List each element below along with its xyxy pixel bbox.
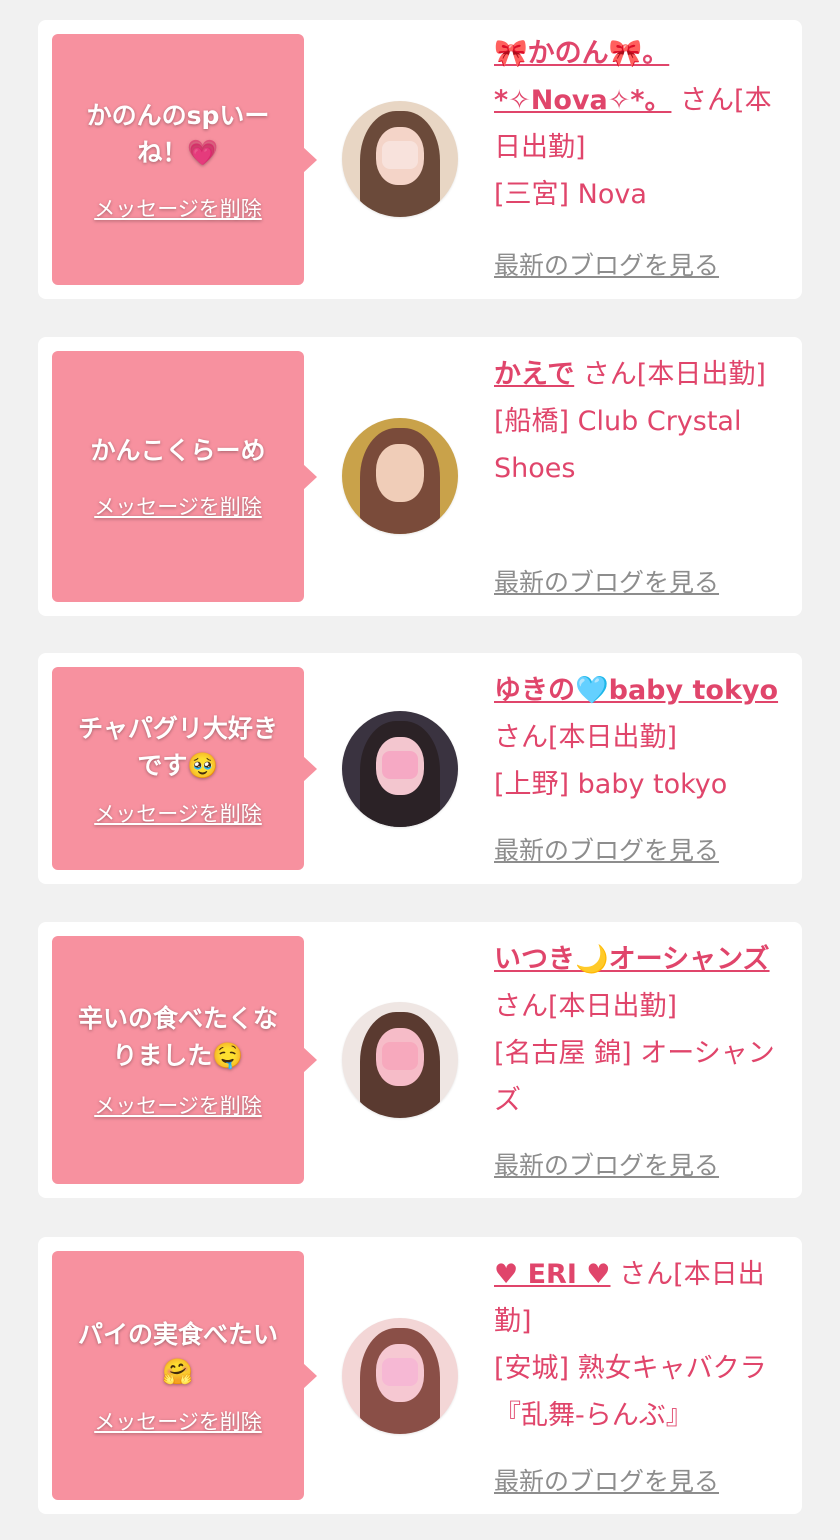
message-card: パイの実食べたい🤗 メッセージを削除 ♥ ERI ♥ さん[本日出勤] [安城]… — [38, 1237, 802, 1514]
delete-message-link[interactable]: メッセージを削除 — [94, 798, 262, 828]
cast-info: 🎀かのん🎀。*✧Nova✧*。 さん[本日出勤] [三宮] Nova — [494, 30, 790, 218]
message-card: 辛いの食べたくなりました🤤 メッセージを削除 いつき🌙オーシャンズ さん[本日出… — [38, 922, 802, 1198]
delete-message-link[interactable]: メッセージを削除 — [94, 491, 262, 521]
cast-info: ♥ ERI ♥ さん[本日出勤] [安城] 熟女キャバクラ『乱舞-らんぶ』 — [494, 1251, 790, 1439]
cast-status: さん[本日出勤] — [582, 359, 766, 390]
latest-blog-link[interactable]: 最新のブログを見る — [494, 563, 719, 599]
message-text: かんこくらーめ — [90, 436, 266, 465]
latest-blog-link[interactable]: 最新のブログを見る — [494, 1462, 719, 1498]
avatar[interactable] — [342, 1318, 458, 1434]
cast-name-link[interactable]: 🎀かのん🎀。*✧Nova✧*。 — [494, 38, 671, 116]
cast-info: かえで さん[本日出勤] [船橋] Club Crystal Shoes — [494, 351, 790, 492]
message-text: 辛いの食べたくなりました🤤 — [77, 1004, 278, 1070]
cast-name-link[interactable]: かえで — [494, 359, 574, 390]
delete-message-link[interactable]: メッセージを削除 — [94, 1406, 262, 1436]
message-bubble: チャパグリ大好きです🥹 メッセージを削除 — [52, 667, 317, 870]
avatar[interactable] — [342, 711, 458, 827]
cast-name-link[interactable]: ♥ ERI ♥ — [494, 1259, 611, 1290]
cast-status: さん[本日出勤] — [494, 722, 678, 753]
delete-message-link[interactable]: メッセージを削除 — [94, 193, 262, 223]
cast-info: いつき🌙オーシャンズ さん[本日出勤] [名古屋 錦] オーシャンズ — [494, 936, 790, 1124]
message-card: かんこくらーめ メッセージを削除 かえで さん[本日出勤] [船橋] Club … — [38, 337, 802, 616]
delete-message-link[interactable]: メッセージを削除 — [94, 1090, 262, 1120]
avatar[interactable] — [342, 1002, 458, 1118]
message-bubble: 辛いの食べたくなりました🤤 メッセージを削除 — [52, 936, 317, 1184]
latest-blog-link[interactable]: 最新のブログを見る — [494, 831, 719, 867]
cast-shop-location: [上野] baby tokyo — [494, 769, 728, 800]
cast-shop-location: [安城] 熟女キャバクラ『乱舞-らんぶ』 — [494, 1353, 767, 1431]
cast-shop-location: [名古屋 錦] オーシャンズ — [494, 1038, 775, 1116]
cast-name-link[interactable]: いつき🌙オーシャンズ — [494, 944, 770, 975]
message-text: かのんのspいーね！💗 — [86, 100, 270, 167]
cast-status: さん[本日出勤] — [494, 991, 678, 1022]
message-text: パイの実食べたい🤗 — [77, 1319, 278, 1386]
avatar[interactable] — [342, 101, 458, 217]
cast-info: ゆきの🩵baby tokyo さん[本日出勤] [上野] baby tokyo — [494, 667, 790, 808]
cast-name-link[interactable]: ゆきの🩵baby tokyo — [494, 675, 778, 706]
latest-blog-link[interactable]: 最新のブログを見る — [494, 246, 719, 282]
message-card: チャパグリ大好きです🥹 メッセージを削除 ゆきの🩵baby tokyo さん[本… — [38, 653, 802, 884]
cast-shop-location: [三宮] Nova — [494, 179, 647, 210]
message-text: チャパグリ大好きです🥹 — [78, 713, 278, 780]
cast-shop-location: [船橋] Club Crystal Shoes — [494, 406, 742, 484]
message-bubble: かんこくらーめ メッセージを削除 — [52, 351, 317, 602]
message-bubble: パイの実食べたい🤗 メッセージを削除 — [52, 1251, 317, 1500]
avatar[interactable] — [342, 418, 458, 534]
message-card: かのんのspいーね！💗 メッセージを削除 🎀かのん🎀。*✧Nova✧*。 さん[… — [38, 20, 802, 299]
latest-blog-link[interactable]: 最新のブログを見る — [494, 1146, 719, 1182]
message-bubble: かのんのspいーね！💗 メッセージを削除 — [52, 34, 317, 285]
